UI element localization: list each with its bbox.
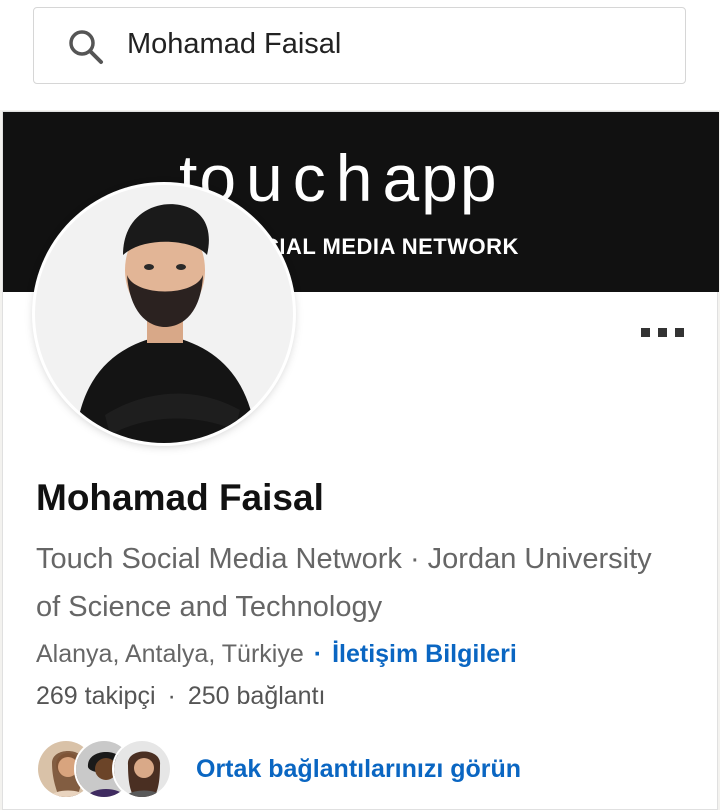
search-value: Mohamad Faisal [127, 28, 342, 60]
cover-tagline: CIAL MEDIA NETWORK [263, 234, 519, 259]
cover-logo-suffix: app [382, 141, 499, 215]
mutual-avatars [36, 739, 176, 799]
connections-count[interactable]: 250 bağlantı [188, 682, 326, 710]
stats-separator: · [167, 682, 176, 710]
followers-count[interactable]: 269 takipçi [36, 682, 156, 710]
more-options-icon[interactable] [639, 324, 687, 340]
profile-headline: Touch Social Media Network · Jordan Univ… [36, 543, 652, 623]
search-header: Mohamad Faisal [0, 0, 720, 110]
profile-card: touchapp CIAL MEDIA NETWORK Mohamad Fais… [2, 111, 719, 810]
avatar-photo [35, 185, 293, 443]
search-input[interactable]: Mohamad Faisal [33, 7, 686, 84]
profile-name: Mohamad Faisal [36, 477, 324, 518]
location-text: Alanya, Antalya, Türkiye [36, 640, 304, 668]
contact-info-link[interactable]: İletişim Bilgileri [332, 640, 517, 668]
location-separator: · [313, 640, 323, 668]
location-row: Alanya, Antalya, Türkiye · İletişim Bilgil… [36, 640, 517, 669]
avatar[interactable] [35, 185, 293, 443]
stats-row: 269 takipçi · 250 bağlantı [36, 682, 325, 711]
mutual-avatar [112, 739, 172, 799]
mutual-connections-link[interactable]: Ortak bağlantılarınızı görün [196, 755, 521, 784]
search-icon[interactable] [66, 27, 106, 67]
